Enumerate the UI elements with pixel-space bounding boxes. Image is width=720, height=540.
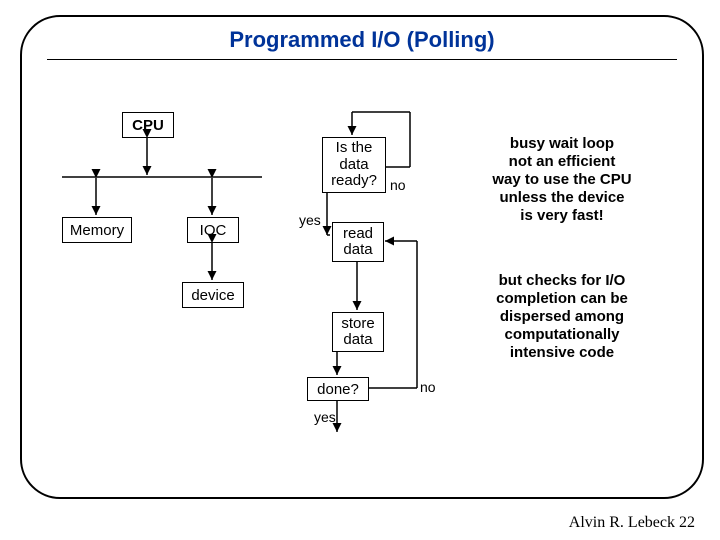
memory-box: Memory	[62, 217, 132, 243]
slide-title: Programmed I/O (Polling)	[22, 27, 702, 53]
slide-frame: Programmed I/O (Polling) CPU Memory IOC …	[20, 15, 704, 499]
no-label-1: no	[390, 177, 406, 193]
footer-text: Alvin R. Lebeck 22	[569, 514, 695, 532]
ioc-box: IOC	[187, 217, 239, 243]
no-label-2: no	[420, 379, 436, 395]
annotation-busy-wait: busy wait loop not an efficient way to u…	[462, 135, 662, 225]
data-ready-box: Is the data ready?	[322, 137, 386, 193]
title-rule	[47, 59, 677, 60]
device-box: device	[182, 282, 244, 308]
annotation-dispersed: but checks for I/O completion can be dis…	[462, 272, 662, 362]
done-box: done?	[307, 377, 369, 401]
store-data-box: store data	[332, 312, 384, 352]
read-data-box: read data	[332, 222, 384, 262]
yes-label-2: yes	[314, 409, 336, 425]
cpu-box: CPU	[122, 112, 174, 138]
yes-label-1: yes	[299, 212, 321, 228]
